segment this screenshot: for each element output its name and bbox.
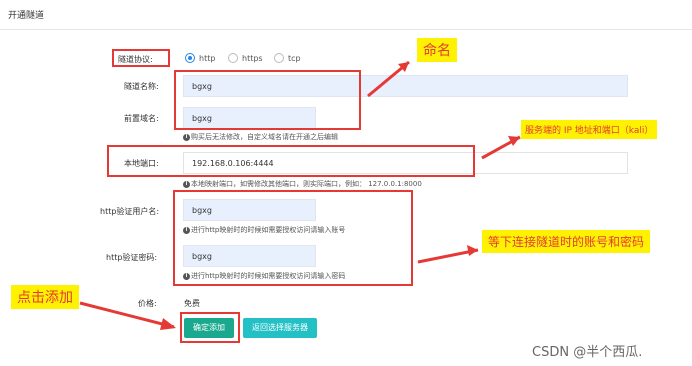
domain-prefix-hint-text: 购买后无法修改，自定义域名请在开通之后编辑 [191, 133, 338, 141]
annotation-box-protocol [112, 49, 170, 67]
radio-tcp-label: tcp [288, 53, 301, 63]
annotation-box-naming [174, 70, 361, 130]
watermark: CSDN @半个西瓜. [532, 345, 643, 360]
callout-naming: 命名 [417, 38, 457, 62]
info-icon: i [183, 180, 190, 188]
annotation-box-confirm [180, 312, 240, 343]
tunnel-name-label: 隧道名称: [124, 82, 159, 91]
radio-https-label: https [242, 53, 263, 63]
callout-server-ip: 服务端的 IP 地址和端口（kali） [521, 120, 658, 139]
domain-prefix-label: 前置域名: [124, 114, 159, 123]
arrow-click-add [79, 301, 176, 330]
radio-unchecked-icon [228, 53, 238, 63]
page-title: 开通隧道 [8, 11, 45, 21]
http-user-label: http验证用户名: [100, 207, 160, 216]
radio-http-label: http [199, 53, 216, 63]
arrow-credentials [417, 245, 479, 264]
callout-credentials: 等下连接隧道时的账号和密码 [482, 230, 651, 253]
radio-tcp[interactable]: tcp [274, 53, 301, 63]
info-icon: i [183, 133, 190, 141]
http-pass-label: http验证密码: [106, 253, 158, 262]
radio-unchecked-icon [274, 53, 284, 63]
domain-prefix-hint: i 购买后无法修改，自定义域名请在开通之后编辑 [183, 132, 338, 142]
back-to-server-button[interactable]: 返回选择服务器 [243, 318, 317, 338]
price-value: 免费 [184, 299, 200, 308]
local-port-hint: i 本地映射端口，如需修改其他端口，则实际端口，例如： 127.0.0.1:80… [183, 179, 422, 189]
radio-http[interactable]: http [185, 53, 215, 63]
annotation-box-credentials [173, 190, 413, 286]
annotation-box-local-port [107, 145, 475, 177]
local-port-hint-text: 本地映射端口，如需修改其他端口，则实际端口，例如： 127.0.0.1:8000 [191, 180, 422, 188]
price-label: 价格: [138, 299, 157, 308]
page-header: 开通隧道 [0, 0, 692, 30]
callout-click-add: 点击添加 [11, 285, 79, 309]
radio-https[interactable]: https [228, 53, 263, 63]
radio-checked-icon [185, 53, 195, 63]
